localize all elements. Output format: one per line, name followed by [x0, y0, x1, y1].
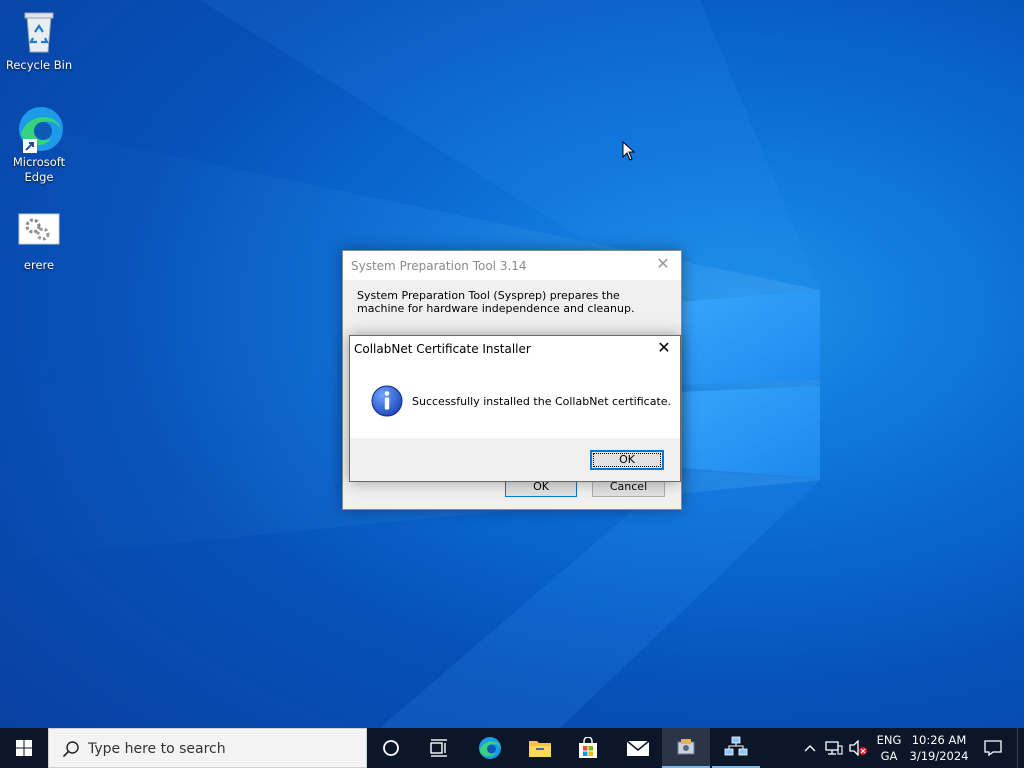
store-bag-icon	[579, 737, 597, 758]
collabnet-close-icon[interactable]: ✕	[654, 338, 674, 358]
sysprep-title: System Preparation Tool 3.14	[351, 259, 527, 273]
mail-icon	[626, 740, 650, 756]
search-icon	[62, 741, 79, 758]
show-desktop-button[interactable]	[1017, 728, 1024, 768]
edge-icon	[479, 737, 501, 759]
clock[interactable]: 10:26 AM 3/19/2024	[906, 732, 972, 764]
action-center-button[interactable]	[978, 728, 1008, 768]
clock-time: 10:26 AM	[911, 733, 967, 747]
network-tray-button[interactable]	[822, 728, 846, 768]
edge-taskbar-button[interactable]	[466, 728, 514, 768]
sysprep-description: System Preparation Tool (Sysprep) prepar…	[357, 289, 635, 315]
search-box[interactable]: Type here to search	[48, 728, 367, 768]
dialog-body: Successfully installed the CollabNet cer…	[350, 364, 680, 438]
desktop-icon-label: Microsoft Edge	[12, 155, 66, 184]
show-hidden-icons-button[interactable]	[800, 728, 820, 768]
chevron-up-icon	[804, 745, 816, 752]
sysprep-titlebar[interactable]: System Preparation Tool 3.14 ✕	[343, 251, 681, 280]
clock-date: 3/19/2024	[909, 749, 969, 763]
sysprep-app-icon	[677, 739, 695, 755]
network-computers-icon	[724, 736, 748, 756]
edge-icon	[15, 105, 63, 153]
input-language-indicator[interactable]: ENG GA	[872, 732, 906, 764]
desktop-icon-label: erere	[23, 258, 55, 272]
sysprep-close-icon[interactable]: ✕	[653, 254, 673, 274]
folder-icon	[529, 741, 551, 757]
notification-icon	[984, 740, 1002, 756]
volume-tray-button[interactable]	[846, 728, 870, 768]
language-code: ENG	[876, 733, 902, 747]
network-wired-icon	[825, 741, 843, 755]
dialog-message: Successfully installed the CollabNet cer…	[412, 395, 672, 408]
collabnet-dialog: CollabNet Certificate Installer ✕ Succes…	[349, 335, 681, 482]
task-view-icon	[430, 739, 447, 757]
dialog-ok-button[interactable]: OK	[590, 450, 664, 470]
collabnet-titlebar[interactable]: CollabNet Certificate Installer ✕	[350, 336, 680, 364]
start-button[interactable]	[0, 728, 48, 768]
network-app-taskbar-button[interactable]	[712, 728, 760, 768]
collabnet-title: CollabNet Certificate Installer	[354, 342, 531, 356]
volume-muted-icon	[849, 740, 867, 756]
desktop-icon-recycle-bin[interactable]: Recycle Bin	[4, 8, 74, 73]
mouse-cursor-icon	[622, 141, 636, 161]
task-view-button[interactable]	[416, 728, 462, 768]
store-button[interactable]	[564, 728, 612, 768]
recycle-bin-icon	[15, 8, 63, 56]
desktop-icon-label: Recycle Bin	[5, 58, 73, 72]
windows-logo-icon	[16, 740, 32, 756]
desktop-icon-microsoft-edge[interactable]: Microsoft Edge	[4, 105, 74, 185]
cortana-circle-icon	[383, 740, 399, 756]
settings-file-icon	[15, 208, 63, 256]
sysprep-taskbar-button[interactable]	[662, 728, 710, 768]
search-input[interactable]: Type here to search	[88, 741, 226, 757]
file-explorer-button[interactable]	[516, 728, 564, 768]
info-icon	[371, 385, 403, 417]
taskbar: Type here to search ENG GA 10:26 AM 3/19…	[0, 728, 1024, 768]
desktop-icon-erere[interactable]: erere	[4, 208, 74, 273]
cortana-button[interactable]	[368, 728, 414, 768]
keyboard-layout: GA	[880, 749, 898, 763]
mail-button[interactable]	[614, 728, 662, 768]
